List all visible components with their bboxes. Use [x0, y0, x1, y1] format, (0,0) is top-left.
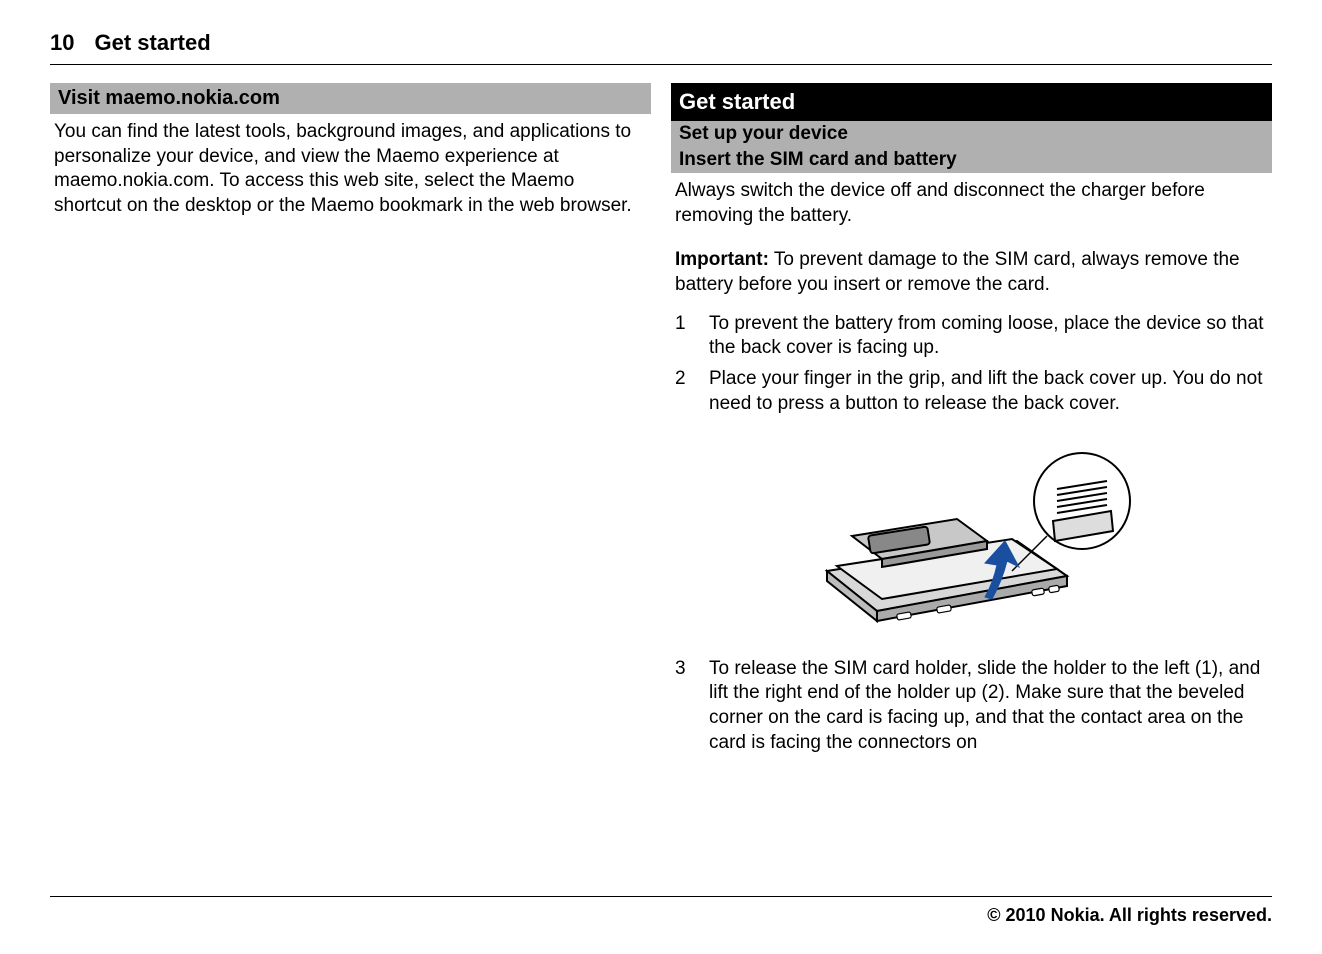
- intro-paragraph: Always switch the device off and disconn…: [671, 173, 1272, 242]
- left-column: Visit maemo.nokia.com You can find the l…: [50, 83, 651, 761]
- subsection-title: Insert the SIM card and battery: [671, 147, 1272, 173]
- page-header: 10 Get started: [50, 30, 1272, 65]
- left-section-heading: Visit maemo.nokia.com: [50, 83, 651, 114]
- steps-list: To prevent the battery from coming loose…: [671, 312, 1272, 417]
- page-header-title: Get started: [94, 30, 210, 56]
- figure-container: [671, 423, 1272, 657]
- right-column: Get started Set up your device Insert th…: [671, 83, 1272, 761]
- section-title: Set up your device: [671, 121, 1272, 147]
- left-paragraph: You can find the latest tools, backgroun…: [50, 114, 651, 233]
- copyright-text: © 2010 Nokia. All rights reserved.: [987, 905, 1272, 925]
- step-item: To prevent the battery from coming loose…: [675, 312, 1268, 361]
- content-columns: Visit maemo.nokia.com You can find the l…: [50, 83, 1272, 761]
- step-text: To release the SIM card holder, slide th…: [709, 657, 1268, 756]
- steps-list-continued: To release the SIM card holder, slide th…: [671, 657, 1272, 756]
- step-item: Place your finger in the grip, and lift …: [675, 367, 1268, 416]
- page-footer: © 2010 Nokia. All rights reserved.: [50, 896, 1272, 926]
- device-cover-illustration: [807, 441, 1137, 631]
- step-item: To release the SIM card holder, slide th…: [675, 657, 1268, 756]
- page-number: 10: [50, 30, 74, 56]
- step-text: To prevent the battery from coming loose…: [709, 312, 1268, 361]
- step-text: Place your finger in the grip, and lift …: [709, 367, 1268, 416]
- important-note: Important: To prevent damage to the SIM …: [671, 242, 1272, 311]
- important-label: Important:: [675, 249, 769, 270]
- chapter-title: Get started: [671, 83, 1272, 121]
